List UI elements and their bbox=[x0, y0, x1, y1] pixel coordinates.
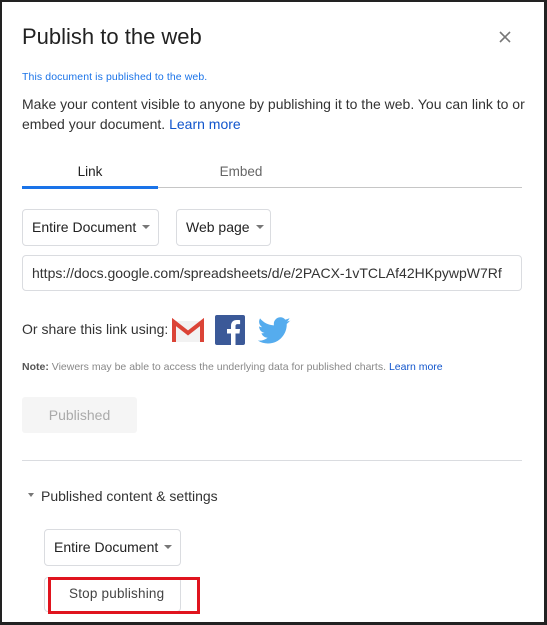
scope-dropdown-value: Entire Document bbox=[32, 219, 137, 235]
settings-scope-dropdown[interactable]: Entire Document bbox=[44, 529, 181, 566]
chevron-down-icon bbox=[164, 545, 173, 550]
description-text: Make your content visible to anyone by p… bbox=[22, 96, 525, 132]
close-button[interactable] bbox=[495, 27, 515, 47]
scope-dropdown[interactable]: Entire Document bbox=[22, 209, 159, 246]
dialog-description: Make your content visible to anyone by p… bbox=[22, 94, 532, 134]
share-label: Or share this link using: bbox=[22, 321, 169, 337]
chevron-down-icon bbox=[255, 225, 264, 230]
active-tab-indicator bbox=[22, 186, 158, 189]
share-gmail-button[interactable] bbox=[172, 317, 204, 344]
note-label: Note: bbox=[22, 361, 49, 373]
format-dropdown-value: Web page bbox=[186, 219, 250, 235]
gmail-icon bbox=[172, 317, 204, 342]
published-status-text: This document is published to the web. bbox=[22, 71, 208, 83]
settings-scope-dropdown-value: Entire Document bbox=[54, 539, 159, 555]
charts-note: Note: Viewers may be able to access the … bbox=[22, 361, 443, 373]
section-divider bbox=[22, 460, 522, 461]
share-twitter-button[interactable] bbox=[257, 317, 291, 345]
tab-embed[interactable]: Embed bbox=[172, 164, 310, 179]
note-text: Viewers may be able to access the underl… bbox=[51, 361, 387, 373]
published-settings-label: Published content & settings bbox=[41, 488, 218, 504]
note-learn-more-link[interactable]: Learn more bbox=[389, 361, 443, 373]
published-settings-toggle[interactable]: Published content & settings bbox=[28, 488, 218, 504]
published-button: Published bbox=[22, 397, 137, 433]
tab-bar: Link Embed bbox=[22, 160, 522, 189]
learn-more-link[interactable]: Learn more bbox=[169, 116, 241, 132]
format-dropdown[interactable]: Web page bbox=[176, 209, 271, 246]
chevron-down-icon bbox=[142, 225, 151, 230]
dialog-title: Publish to the web bbox=[22, 24, 202, 49]
tab-link[interactable]: Link bbox=[22, 164, 158, 179]
twitter-icon bbox=[257, 317, 291, 344]
share-facebook-button[interactable] bbox=[215, 315, 245, 345]
stop-publishing-label[interactable]: Stop publishing bbox=[69, 586, 164, 601]
facebook-icon bbox=[215, 315, 245, 345]
triangle-down-icon bbox=[28, 493, 34, 498]
published-url-field[interactable]: https://docs.google.com/spreadsheets/d/e… bbox=[22, 255, 522, 291]
close-icon bbox=[499, 31, 511, 43]
